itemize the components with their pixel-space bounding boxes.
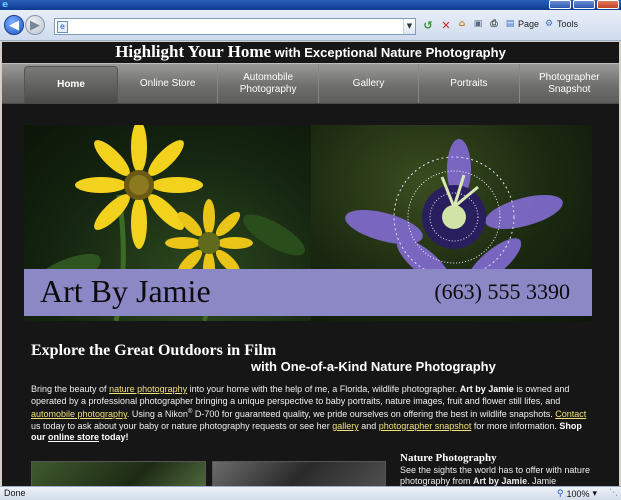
photographer-snapshot-link[interactable]: photographer snapshot bbox=[379, 421, 472, 431]
hero-banner: Art By Jamie (663) 555 3390 bbox=[24, 125, 592, 321]
close-button[interactable] bbox=[597, 0, 619, 9]
nav-item-portraits[interactable]: Portraits bbox=[419, 64, 520, 103]
nature-section-title: Nature Photography bbox=[400, 452, 497, 464]
minimize-button[interactable] bbox=[549, 0, 571, 9]
zoom-control[interactable]: ⚲ 100% ▾ bbox=[557, 488, 597, 499]
gear-icon: ⚙ bbox=[544, 19, 554, 29]
window-title-bar: e bbox=[0, 0, 621, 10]
browser-toolbar: ◀ ▶ e ▼ ↺ ✕ ⌂ ▣ ⎙ ▤ Page ⚙ Tools bbox=[0, 10, 621, 41]
print-button[interactable]: ⎙ bbox=[488, 18, 500, 30]
ie-logo-icon: e bbox=[2, 0, 9, 10]
address-dropdown-icon[interactable]: ▼ bbox=[403, 19, 415, 34]
nav-item-automobile-photography[interactable]: Automobile Photography bbox=[218, 64, 319, 103]
zoom-level: 100% bbox=[566, 488, 590, 499]
nav-item-gallery[interactable]: Gallery bbox=[319, 64, 420, 103]
site-title-main: Highlight Your Home bbox=[115, 42, 272, 61]
nature-brand: Art by Jamie bbox=[473, 476, 528, 486]
page-menu-label: Page bbox=[518, 19, 540, 29]
status-bar: Done ⚲ 100% ▾ ⋱ bbox=[0, 486, 621, 500]
automobile-photography-link[interactable]: automobile photography bbox=[31, 409, 127, 419]
home-icon: ⌂ bbox=[458, 19, 466, 29]
intro-text: . Using a Nikon bbox=[126, 409, 188, 420]
site-title: Highlight Your Home with Exceptional Nat… bbox=[2, 42, 619, 62]
main-nav: Home Online Store Automobile Photography… bbox=[2, 63, 619, 104]
home-button[interactable]: ⌂ bbox=[456, 18, 468, 30]
command-bar: ⌂ ▣ ⎙ ▤ Page ⚙ Tools bbox=[456, 18, 578, 30]
zoom-dropdown-icon[interactable]: ▾ bbox=[592, 488, 597, 499]
nature-photography-link[interactable]: nature photography bbox=[109, 384, 187, 394]
back-button[interactable]: ◀ bbox=[4, 15, 24, 35]
nature-text: . Jamie bbox=[527, 476, 557, 486]
nature-section-text: See the sights the world has to offer wi… bbox=[400, 465, 590, 486]
page-menu-button[interactable]: ▤ Page bbox=[504, 18, 539, 30]
intro-text: us today to ask about your baby or natur… bbox=[31, 420, 333, 431]
nav-item-photographer-snapshot[interactable]: Photographer Snapshot bbox=[520, 64, 619, 103]
page-viewport[interactable]: Highlight Your Home with Exceptional Nat… bbox=[2, 42, 619, 486]
page-icon: e bbox=[57, 21, 68, 33]
nav-item-home[interactable]: Home bbox=[24, 66, 118, 103]
page-menu-icon: ▤ bbox=[505, 19, 515, 29]
intro-text: Bring the beauty of bbox=[31, 384, 110, 394]
hero-business-name: Art By Jamie bbox=[40, 273, 211, 309]
content-heading: Explore the Great Outdoors in Film bbox=[31, 342, 277, 359]
status-text: Done bbox=[4, 488, 26, 498]
today-text: today! bbox=[99, 432, 129, 443]
contact-link[interactable]: Contact bbox=[555, 409, 586, 419]
tools-menu-button[interactable]: ⚙ Tools bbox=[543, 18, 578, 30]
online-store-link[interactable]: online store bbox=[48, 432, 99, 442]
intro-text: for more information. bbox=[471, 420, 560, 431]
intro-text: D-700 for guaranteed quality, we pride o… bbox=[192, 409, 556, 420]
stop-icon[interactable]: ✕ bbox=[438, 18, 454, 34]
brand-name: Art by Jamie bbox=[459, 384, 514, 394]
address-bar[interactable]: e ▼ bbox=[54, 18, 416, 35]
feeds-button[interactable]: ▣ bbox=[472, 18, 484, 30]
gallery-link[interactable]: gallery bbox=[332, 421, 359, 431]
resize-grip-icon[interactable]: ⋱ bbox=[609, 488, 618, 498]
nature-thumbnail[interactable] bbox=[31, 461, 206, 486]
tools-menu-label: Tools bbox=[557, 19, 579, 29]
intro-text: and bbox=[358, 420, 379, 431]
hero-phone-number: (663) 555 3390 bbox=[434, 279, 570, 304]
site-title-sub: with Exceptional Nature Photography bbox=[271, 45, 506, 60]
refresh-icon[interactable]: ↺ bbox=[420, 18, 436, 34]
intro-paragraph: Bring the beauty of nature photography i… bbox=[31, 384, 591, 444]
zoom-icon: ⚲ bbox=[556, 488, 564, 499]
content-subheading: with One-of-a-Kind Nature Photography bbox=[251, 359, 496, 374]
nav-item-online-store[interactable]: Online Store bbox=[118, 64, 219, 103]
maximize-button[interactable] bbox=[573, 0, 595, 9]
print-icon: ⎙ bbox=[490, 19, 498, 29]
forward-button[interactable]: ▶ bbox=[25, 15, 45, 35]
window-controls bbox=[549, 0, 619, 9]
automobile-thumbnail[interactable] bbox=[212, 461, 386, 486]
feeds-icon: ▣ bbox=[473, 19, 483, 29]
intro-text: into your home with the help of me, a Fl… bbox=[187, 384, 460, 394]
